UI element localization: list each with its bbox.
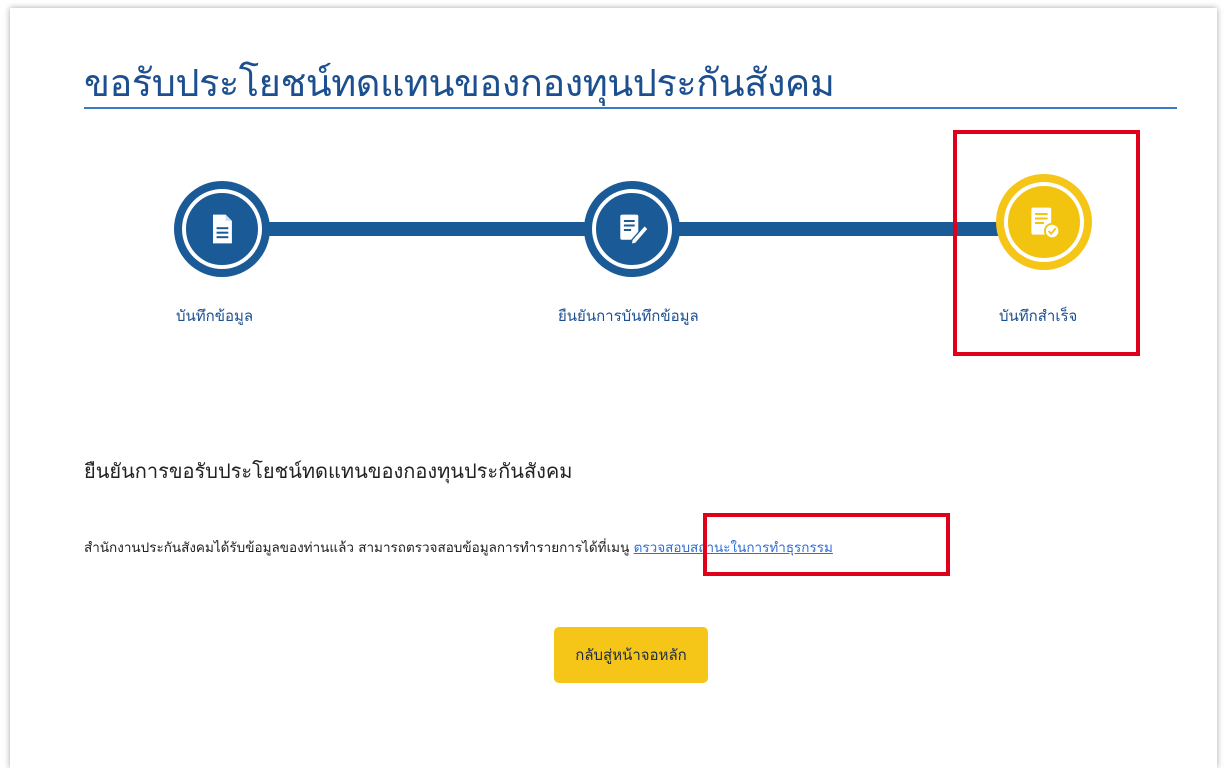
step-3-highlight-box [953, 130, 1140, 356]
step-1-label: บันทึกข้อมูล [176, 307, 254, 325]
step-2-circle [584, 181, 680, 277]
step-2-label: ยืนยันการบันทึกข้อมูล [558, 307, 699, 325]
confirmation-heading: ยืนยันการขอรับประโยชน์ทดแทนของกองทุนประก… [84, 459, 573, 483]
step-1-circle [174, 181, 270, 277]
confirmation-message-text: สำนักงานประกันสังคมได้รับข้อมูลของท่านแล… [84, 540, 634, 556]
title-divider [84, 107, 1177, 109]
page-title: ขอรับประโยชน์ทดแทนของกองทุนประกันสังคม [84, 61, 835, 105]
edit-document-icon [620, 214, 650, 246]
back-to-home-button[interactable]: กลับสู่หน้าจอหลัก [554, 627, 708, 683]
link-highlight-box [703, 513, 950, 576]
document-icon [213, 214, 232, 244]
